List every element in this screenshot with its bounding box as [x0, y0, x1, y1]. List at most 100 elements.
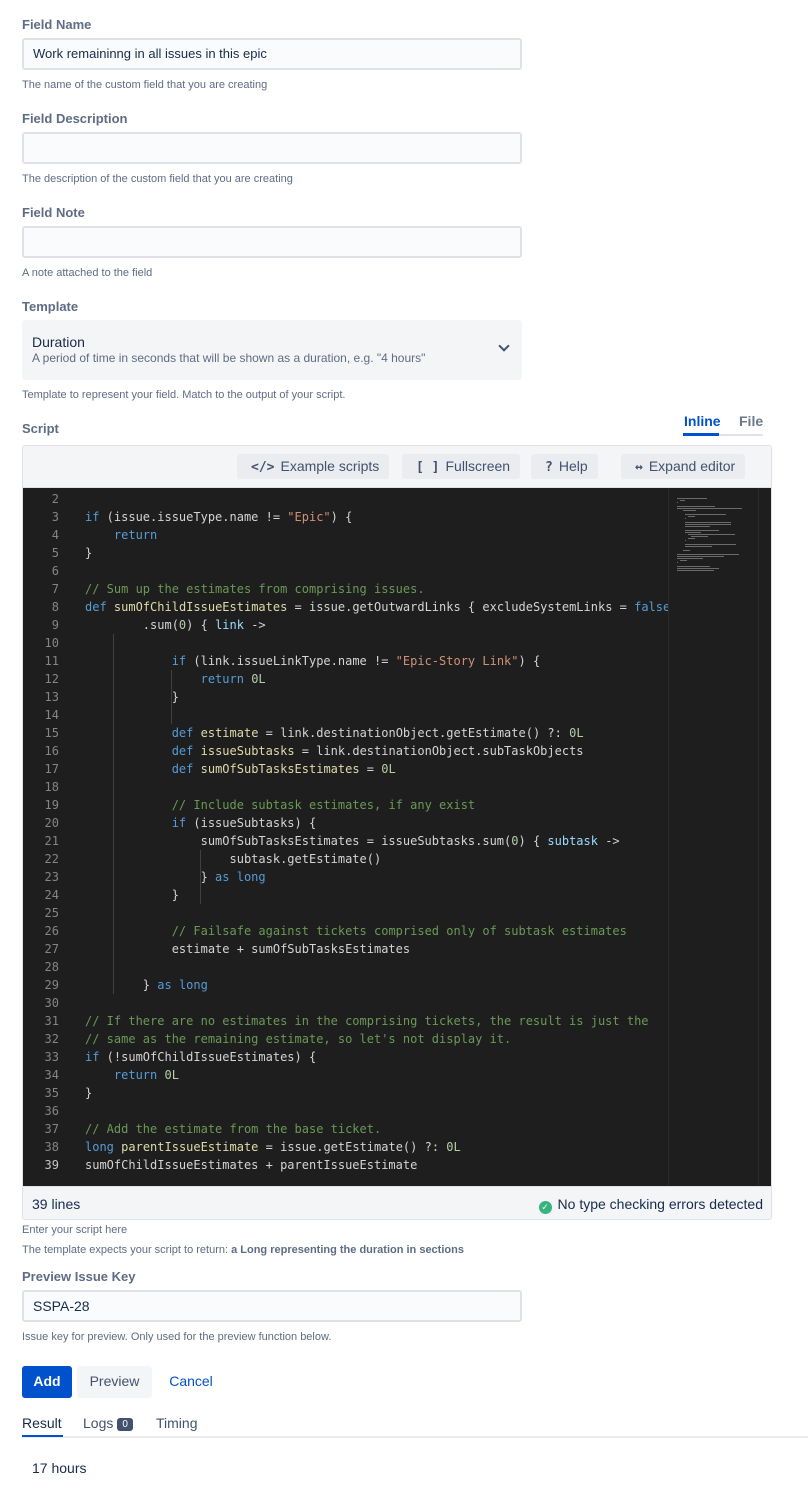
line-number: 15: [44, 726, 59, 740]
return-help-type: a Long representing the duration in sect…: [231, 1244, 464, 1256]
help-button[interactable]: ? Help: [531, 454, 598, 479]
script-editor: </> Example scripts [ ] Fullscreen ? Help ↔…: [22, 445, 772, 1220]
line-number: 24: [44, 888, 59, 902]
editor-status-bar: 39 lines ✓ No type checking errors detect…: [23, 1186, 771, 1219]
line-number: 5: [51, 546, 59, 560]
check-circle-icon: ✓: [538, 1201, 552, 1214]
code-line[interactable]: .sum(0) { link ->: [85, 616, 266, 634]
code-line[interactable]: return: [85, 526, 157, 544]
tab-file[interactable]: File: [739, 413, 763, 429]
code-line[interactable]: }: [85, 886, 179, 904]
field-note-help: A note attached to the field: [22, 267, 153, 279]
fullscreen-icon: [ ]: [416, 460, 440, 475]
indent-guide: [200, 850, 201, 904]
line-number: 19: [44, 798, 59, 812]
line-number: 34: [44, 1068, 59, 1082]
indent-guide: [113, 634, 114, 994]
type-check-text: No type checking errors detected: [557, 1196, 763, 1212]
template-select[interactable]: Duration A period of time in seconds tha…: [22, 320, 522, 380]
line-number: 4: [51, 528, 59, 542]
help-label: Help: [558, 458, 588, 474]
line-number: 25: [44, 906, 59, 920]
code-area[interactable]: 2 3 if (issue.issueType.name != "Epic") { 4…: [23, 488, 771, 1186]
result-value: 17 hours: [32, 1460, 87, 1476]
code-line[interactable]: // Add the estimate from the base ticket…: [85, 1120, 381, 1138]
preview-button[interactable]: Preview: [77, 1366, 152, 1398]
field-note-input[interactable]: [22, 226, 522, 258]
minimap-line: [677, 558, 703, 559]
code-line[interactable]: long parentIssueEstimate = issue.getEsti…: [85, 1138, 461, 1156]
minimap-line: [685, 522, 731, 523]
code-line[interactable]: sumOfChildIssueEstimates + parentIssueEs…: [85, 1156, 417, 1174]
example-scripts-label: Example scripts: [280, 458, 380, 474]
code-line[interactable]: }: [85, 544, 92, 562]
tab-logs[interactable]: Logs 0: [83, 1415, 133, 1431]
code-line[interactable]: // Include subtask estimates, if any exi…: [85, 796, 475, 814]
tab-inline[interactable]: Inline: [684, 413, 721, 429]
tab-result[interactable]: Result: [22, 1415, 62, 1431]
question-icon: ?: [545, 460, 553, 475]
example-scripts-button[interactable]: </> Example scripts: [237, 454, 390, 479]
minimap-line: [679, 500, 685, 501]
line-number: 6: [51, 564, 59, 578]
code-line[interactable]: }: [85, 688, 179, 706]
line-number: 39: [44, 1158, 59, 1172]
code-line[interactable]: def sumOfChildIssueEstimates = issue.get…: [85, 598, 670, 616]
fullscreen-button[interactable]: [ ] Fullscreen: [402, 454, 521, 479]
code-line[interactable]: def sumOfSubTasksEstimates = 0L: [85, 760, 396, 778]
line-number: 18: [44, 780, 59, 794]
expand-icon: ↔: [635, 460, 643, 475]
minimap-line: [677, 508, 742, 509]
code-icon: </>: [251, 460, 275, 475]
cancel-button[interactable]: Cancel: [158, 1366, 224, 1398]
code-line[interactable]: } as long: [85, 976, 208, 994]
code-line[interactable]: estimate + sumOfSubTasksEstimates: [85, 940, 410, 958]
template-help: Template to represent your field. Match …: [22, 389, 346, 401]
field-name-input[interactable]: Work remaininng in all issues in this ep…: [22, 38, 522, 70]
line-number: 11: [44, 654, 59, 668]
minimap-line: [685, 540, 687, 541]
tab-timing[interactable]: Timing: [156, 1415, 198, 1431]
line-number: 20: [44, 816, 59, 830]
script-tab-active-indicator: [683, 433, 719, 436]
line-number: 31: [44, 1014, 59, 1028]
field-description-help: The description of the custom field that…: [22, 173, 293, 185]
add-button[interactable]: Add: [22, 1366, 72, 1398]
line-number: 16: [44, 744, 59, 758]
editor-scrollbar[interactable]: [758, 488, 771, 1186]
code-line[interactable]: // Failsafe against tickets comprised on…: [85, 922, 627, 940]
code-line[interactable]: def estimate = link.destinationObject.ge…: [85, 724, 584, 742]
code-line[interactable]: def issueSubtasks = link.destinationObje…: [85, 742, 584, 760]
indent-guide: [171, 670, 172, 724]
minimap-line: [677, 568, 719, 569]
result-tab-active-indicator: [22, 1435, 63, 1437]
code-line[interactable]: return 0L: [85, 1066, 179, 1084]
line-number: 23: [44, 870, 59, 884]
code-line[interactable]: subtask.getEstimate(): [85, 850, 381, 868]
code-line[interactable]: // Sum up the estimates from comprising …: [85, 580, 425, 598]
preview-key-help: Issue key for preview. Only used for the…: [22, 1331, 332, 1343]
line-number: 29: [44, 978, 59, 992]
code-line[interactable]: // same as the remaining estimate, so le…: [85, 1030, 511, 1048]
code-line[interactable]: }: [85, 1084, 92, 1102]
code-line[interactable]: if (!sumOfChildIssueEstimates) {: [85, 1048, 316, 1066]
line-number: 2: [51, 492, 59, 506]
minimap-line: [685, 530, 719, 531]
template-selected-value: Duration: [32, 334, 85, 350]
logs-count-badge: 0: [117, 1418, 133, 1431]
minimap-line: [677, 566, 710, 567]
minimap-line: [677, 554, 740, 555]
minimap-line: [682, 550, 690, 551]
code-minimap[interactable]: [668, 488, 758, 1186]
code-line[interactable]: if (link.issueLinkType.name != "Epic-Sto…: [85, 652, 540, 670]
minimap-line: [685, 518, 687, 519]
template-selected-description: A period of time in seconds that will be…: [32, 351, 426, 365]
minimap-line: [688, 534, 735, 535]
field-description-input[interactable]: [22, 132, 522, 164]
expand-editor-button[interactable]: ↔ Expand editor: [621, 454, 746, 479]
preview-key-input[interactable]: SSPA-28: [22, 1290, 522, 1322]
code-line[interactable]: if (issue.issueType.name != "Epic") {: [85, 508, 352, 526]
code-line[interactable]: // If there are no estimates in the comp…: [85, 1012, 649, 1030]
code-line[interactable]: if (issueSubtasks) {: [85, 814, 317, 832]
code-line[interactable]: sumOfSubTasksEstimates = issueSubtasks.s…: [85, 832, 620, 850]
